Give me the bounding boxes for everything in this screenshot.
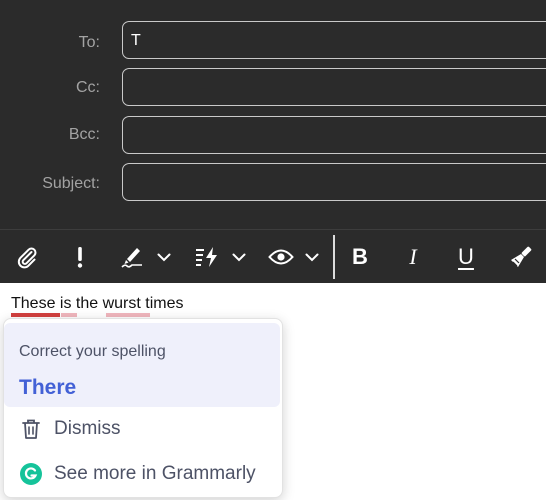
formatting-toolbar: B I U [0, 229, 546, 283]
message-text-rest: is the wurst times [55, 295, 184, 312]
message-text[interactable]: These is the wurst times [11, 295, 184, 313]
to-field[interactable]: T [122, 21, 546, 59]
trash-icon [18, 416, 44, 442]
grammar-hint-underline[interactable] [61, 313, 77, 317]
spelling-error-underline[interactable] [11, 313, 60, 317]
suggestion-title: Correct your spelling [19, 343, 166, 360]
compose-header: To: T Cc: Bcc: Subject: [0, 0, 546, 229]
underline-button[interactable]: U [451, 230, 481, 284]
chevron-down-icon [305, 253, 319, 261]
paint-brush-icon [511, 246, 532, 267]
signature-dropdown[interactable] [152, 230, 176, 284]
exclamation-icon [77, 247, 83, 268]
italic-button[interactable]: I [398, 230, 428, 284]
lightning-text-icon [196, 247, 217, 267]
format-painter-button[interactable] [504, 230, 538, 284]
tracking-button[interactable] [264, 230, 298, 284]
misspelled-word[interactable]: These [11, 295, 55, 312]
quick-text-dropdown[interactable] [227, 230, 251, 284]
suggestion-replacement[interactable]: There [19, 376, 76, 400]
bcc-field[interactable] [122, 116, 546, 154]
chevron-down-icon [157, 253, 171, 261]
cc-label: Cc: [76, 79, 100, 96]
grammarly-logo-icon [18, 461, 44, 487]
see-more-grammarly-button[interactable]: See more in Grammarly [18, 461, 256, 487]
subject-label: Subject: [42, 175, 100, 192]
dismiss-label: Dismiss [54, 418, 121, 439]
bcc-label: Bcc: [68, 126, 100, 143]
quick-text-button[interactable] [190, 230, 224, 284]
priority-button[interactable] [66, 230, 94, 284]
suggestion-box[interactable]: Correct your spelling There [4, 323, 280, 407]
cc-field[interactable] [122, 68, 546, 106]
toolbar-divider [333, 235, 335, 279]
to-label: To: [78, 34, 100, 51]
see-more-label: See more in Grammarly [54, 463, 256, 484]
subject-field[interactable] [122, 163, 546, 201]
signature-button[interactable] [116, 230, 148, 284]
bold-button[interactable]: B [345, 230, 375, 284]
grammar-hint-underline[interactable] [106, 313, 150, 317]
eye-icon [268, 249, 294, 265]
grammarly-suggestion-card: Correct your spelling There Dismiss See … [3, 318, 283, 498]
tracking-dropdown[interactable] [300, 230, 324, 284]
attach-button[interactable] [10, 230, 44, 284]
pen-sign-icon [121, 248, 142, 268]
chevron-down-icon [232, 253, 246, 261]
paperclip-icon [17, 247, 37, 269]
dismiss-button[interactable]: Dismiss [18, 416, 121, 442]
